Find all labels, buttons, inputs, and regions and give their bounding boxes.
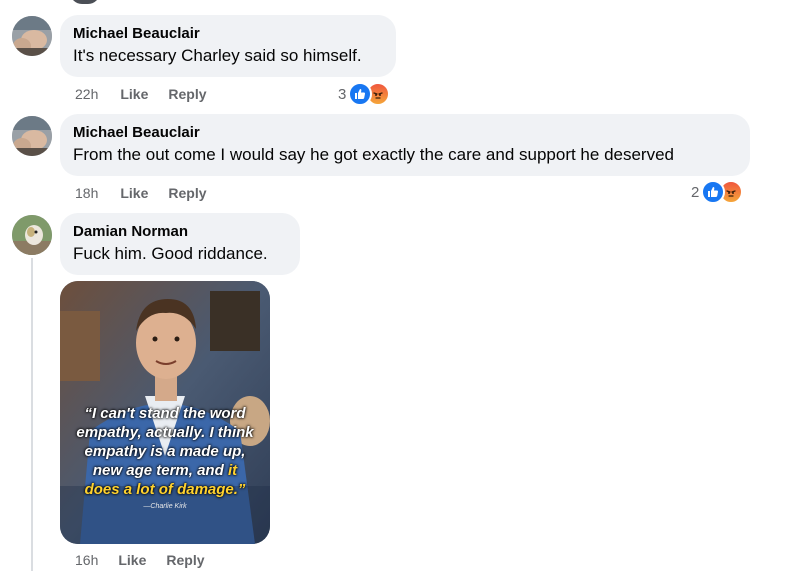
comment-actions: 16h Like Reply — [75, 552, 205, 568]
comment-author[interactable]: Damian Norman — [73, 222, 287, 241]
avatar[interactable] — [12, 16, 52, 56]
meme-quote: “I can't stand the word empathy, actuall… — [76, 405, 254, 498]
reply-button[interactable]: Reply — [168, 185, 206, 201]
comment-time[interactable]: 22h — [75, 86, 98, 102]
comment-bubble: Damian Norman Fuck him. Good riddance. — [60, 213, 300, 275]
comment-author[interactable]: Michael Beauclair — [73, 24, 383, 43]
profile-photo — [12, 16, 52, 56]
meme-credit: —Charlie Kirk — [143, 503, 187, 510]
comment-text: From the out come I would say he got exa… — [73, 145, 675, 164]
reaction-summary[interactable]: 2 — [691, 180, 744, 204]
comment-author[interactable]: Michael Beauclair — [73, 123, 737, 142]
reaction-count: 2 — [691, 183, 700, 201]
comment-time[interactable]: 18h — [75, 185, 98, 201]
comment-actions: 18h Like Reply — [75, 185, 207, 201]
reaction-count: 3 — [338, 85, 347, 103]
comment-text: Fuck him. Good riddance. — [73, 244, 268, 263]
reply-button[interactable]: Reply — [166, 552, 204, 568]
comment-actions: 22h Like Reply — [75, 86, 207, 102]
like-button[interactable]: Like — [120, 86, 148, 102]
profile-photo — [12, 215, 52, 255]
comment-image[interactable]: “I can't stand the word empathy, actuall… — [60, 281, 270, 544]
profile-photo — [12, 116, 52, 156]
comment-time[interactable]: 16h — [75, 552, 98, 568]
avatar[interactable] — [12, 215, 52, 255]
avatar[interactable] — [12, 116, 52, 156]
comment-text: It's necessary Charley said so himself. — [73, 46, 362, 65]
comment-bubble: Michael Beauclair From the out come I wo… — [60, 114, 750, 176]
reply-button[interactable]: Reply — [168, 86, 206, 102]
comment-bubble: Michael Beauclair It's necessary Charley… — [60, 15, 396, 77]
like-button[interactable]: Like — [118, 552, 146, 568]
reaction-summary[interactable]: 3 — [338, 82, 391, 106]
reply-thread-line — [31, 258, 33, 571]
like-button[interactable]: Like — [120, 185, 148, 201]
previous-avatar-fragment — [70, 0, 100, 4]
